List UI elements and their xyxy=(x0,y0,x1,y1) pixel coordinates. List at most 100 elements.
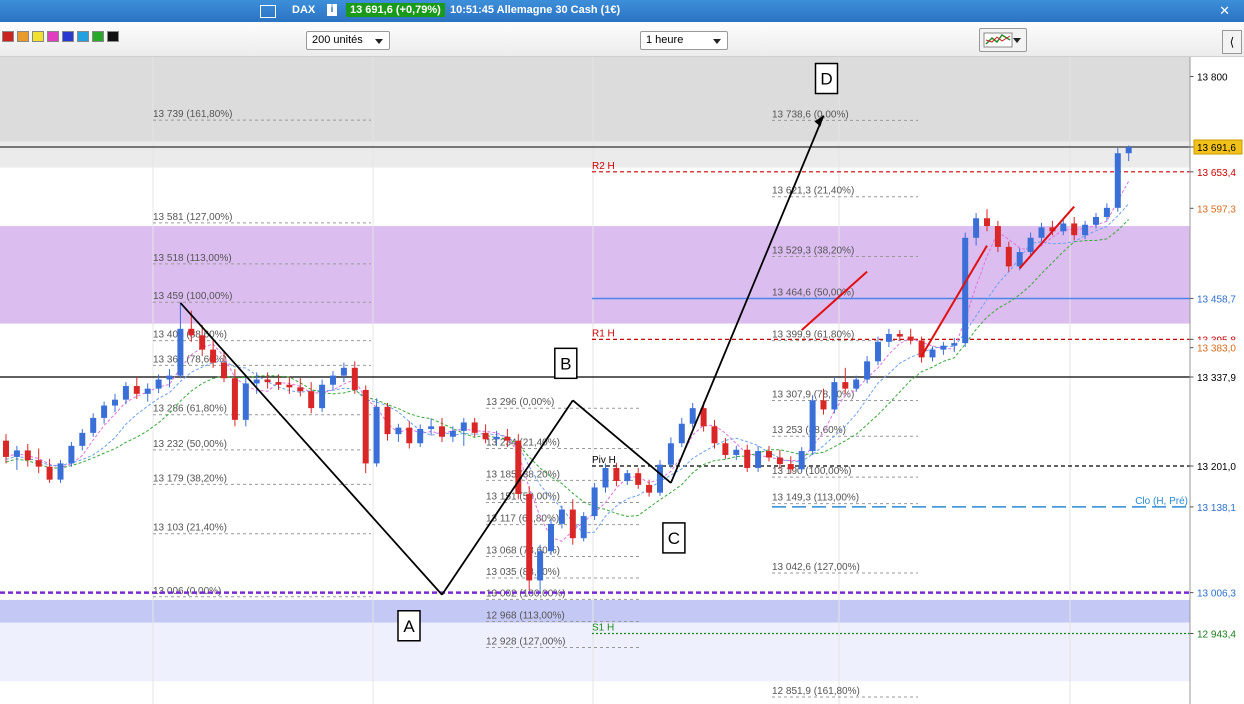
candle-body xyxy=(319,384,326,409)
pivot-label: R2 H xyxy=(592,161,615,172)
candle-body xyxy=(46,466,53,480)
candle-body xyxy=(755,451,762,468)
fib-level-label: 13 307,9 (78,60%) xyxy=(772,389,854,400)
candle-body xyxy=(231,378,238,420)
period-select[interactable]: 1 heure xyxy=(640,31,728,50)
candle-body xyxy=(722,443,729,455)
fib-level-label: 13 232 (50,00%) xyxy=(153,439,227,450)
candle-body xyxy=(624,473,631,481)
candle-body xyxy=(90,417,97,433)
fib-level-label: 13 042,6 (127,00%) xyxy=(772,562,860,573)
color-swatch-orange[interactable] xyxy=(17,31,29,42)
candle-body xyxy=(68,445,75,464)
wave-label: B xyxy=(560,354,571,373)
candle-body xyxy=(569,509,576,539)
units-select[interactable]: 200 unités xyxy=(306,31,390,50)
candle-body xyxy=(842,382,849,389)
fib-level-label: 13 103 (21,40%) xyxy=(153,523,227,534)
candle-body xyxy=(548,523,554,552)
candle-body xyxy=(929,349,936,358)
price-zone xyxy=(0,226,1190,324)
close-icon[interactable]: ✕ xyxy=(1219,3,1230,19)
period-select-value: 1 heure xyxy=(646,34,684,46)
candle-body xyxy=(330,375,336,385)
color-swatch-pink[interactable] xyxy=(47,31,59,42)
pivot-label: Piv H xyxy=(592,455,616,466)
fib-level-label: 13 253 (88,60%) xyxy=(772,425,846,436)
price-change-badge: 13 691,6 (+0,79%) xyxy=(346,3,445,17)
wave-label: D xyxy=(820,70,832,89)
info-icon[interactable]: i xyxy=(327,4,337,16)
candle-body xyxy=(460,422,467,431)
candle-body xyxy=(362,389,369,464)
fib-level-label: 13 179 (38,20%) xyxy=(153,473,227,484)
candle-body xyxy=(373,406,380,464)
candle-body xyxy=(875,341,881,362)
price-axis-label: 13 653,4 xyxy=(1197,168,1236,179)
candle-body xyxy=(340,367,347,376)
candle-body xyxy=(766,451,772,458)
wave-label: C xyxy=(668,529,680,548)
chevron-down-icon xyxy=(1013,38,1021,43)
candle-body xyxy=(1125,146,1132,154)
candle-body xyxy=(166,375,173,380)
price-axis-label: 13 800 xyxy=(1197,73,1228,84)
fib-level-label: 13 529,3 (38,20%) xyxy=(772,246,854,257)
color-swatch-cyan[interactable] xyxy=(77,31,89,42)
candle-body xyxy=(646,484,653,493)
candle-body xyxy=(13,450,20,457)
price-axis-label: 13 201,0 xyxy=(1197,462,1236,473)
candle-body xyxy=(831,382,838,410)
fib-level-label: 13 190 (100,00%) xyxy=(772,466,852,477)
candle-body xyxy=(962,237,969,344)
candle-body xyxy=(471,422,478,433)
candle-body xyxy=(1103,207,1110,217)
candle-body xyxy=(940,345,947,350)
candle-body xyxy=(973,218,980,238)
pivot-label: S1 H xyxy=(592,623,614,634)
units-select-value: 200 unités xyxy=(312,34,363,46)
candle-body xyxy=(155,379,162,389)
title-bar: DAX i 13 691,6 (+0,79%) 10:51:45 Allemag… xyxy=(0,0,1244,22)
candle-body xyxy=(1005,246,1012,267)
color-swatch-black[interactable] xyxy=(107,31,119,42)
fib-level-label: 13 117 (61,80%) xyxy=(486,514,559,525)
fib-level-label: 12 851,9 (161,80%) xyxy=(772,686,860,697)
candle-body xyxy=(635,473,642,485)
color-swatch-blue[interactable] xyxy=(62,31,74,42)
candle-body xyxy=(744,449,751,468)
candle-body xyxy=(733,449,740,455)
candle-body xyxy=(798,451,805,470)
price-zone xyxy=(0,57,1190,142)
indicator-chart-icon xyxy=(983,32,1013,48)
candle-body xyxy=(526,493,533,581)
price-zone xyxy=(0,599,1190,623)
color-swatch-green[interactable] xyxy=(92,31,104,42)
candle-body xyxy=(591,487,598,517)
indicators-button[interactable] xyxy=(979,28,1027,52)
candle-body xyxy=(57,463,64,480)
fib-level-label: 13 518 (113,00%) xyxy=(153,253,232,264)
candle-body xyxy=(3,440,9,457)
color-swatch-yellow[interactable] xyxy=(32,31,44,42)
fib-level-label: 13 002 (100,00%) xyxy=(486,588,566,599)
candle-body xyxy=(820,400,827,410)
color-swatch-red[interactable] xyxy=(2,31,14,42)
price-axis-label: 13 597,3 xyxy=(1197,204,1236,215)
symbol-label[interactable]: DAX xyxy=(292,4,315,16)
candle-body xyxy=(984,218,990,227)
dual-window-icon[interactable] xyxy=(260,5,276,18)
candle-body xyxy=(395,427,402,435)
candle-body xyxy=(384,406,391,435)
price-axis-label: 13 006,3 xyxy=(1197,589,1236,600)
candle-body xyxy=(35,460,42,467)
candle-body xyxy=(275,382,282,385)
candle-body xyxy=(417,428,424,444)
price-chart[interactable]: 13 739 (161,80%) 13 581 (127,00%) 13 518 (… xyxy=(0,57,1244,704)
fib-level-label: 13 151 (50,00%) xyxy=(486,492,560,503)
instrument-description: 10:51:45 Allemagne 30 Cash (1€) xyxy=(450,4,621,16)
price-axis-label: 13 337,9 xyxy=(1197,373,1236,384)
candle-body xyxy=(351,367,358,390)
candle-body xyxy=(864,361,871,380)
side-panel-toggle[interactable]: ⟨ xyxy=(1222,30,1242,54)
